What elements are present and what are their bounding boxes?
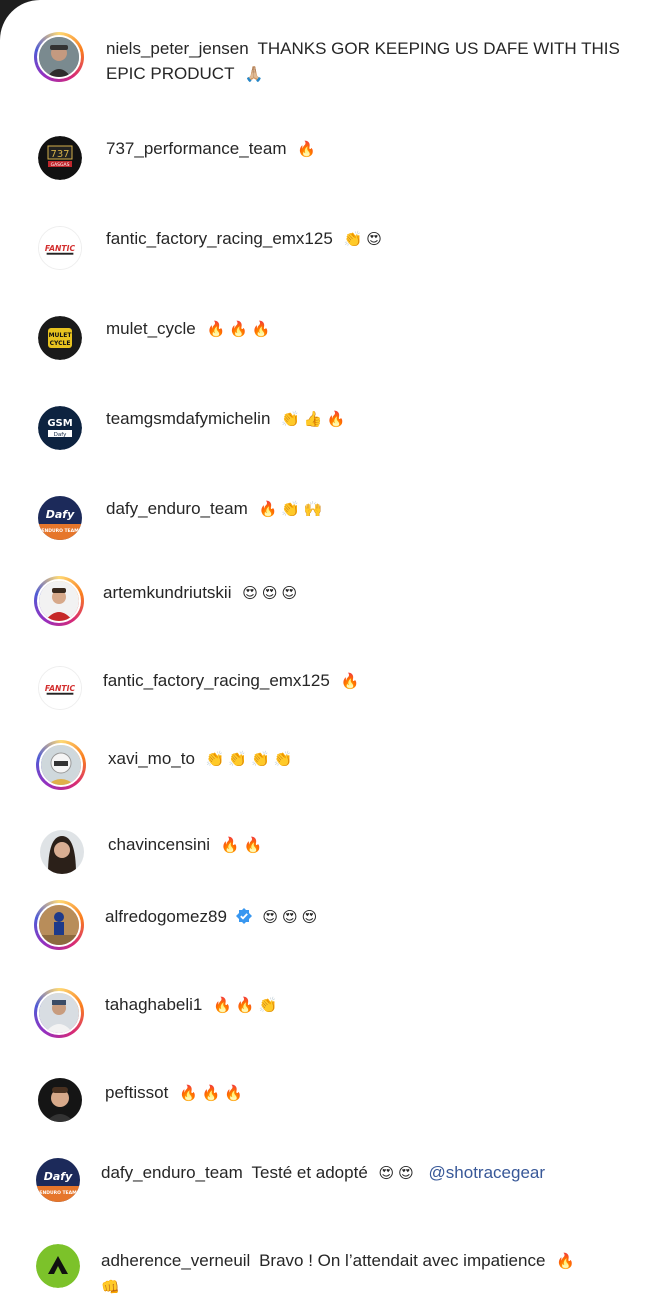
comment-emoji: 😍😍😍 [242, 585, 302, 602]
comment-emoji: 👏👍🔥 [281, 411, 350, 428]
dafy-logo-icon: Dafy ENDURO TEAM [38, 496, 82, 540]
comment-emoji: 👏👏👏👏 [205, 751, 297, 768]
737-logo-icon: 737 GASGAS [38, 136, 82, 180]
comment-emoji: 🔥🔥 [220, 837, 267, 854]
comment-emoji: 🔥 [297, 141, 320, 158]
gsm-logo-icon: GSM Dafy [38, 406, 82, 450]
comment-username[interactable]: artemkundriutskii [103, 583, 232, 602]
comment-username[interactable]: alfredogomez89 [105, 907, 227, 926]
person-avatar-icon [39, 993, 79, 1033]
comment-emoji: 🔥🔥🔥 [206, 321, 275, 338]
avatar[interactable]: FANTIC [38, 666, 82, 710]
avatar[interactable] [34, 32, 84, 82]
svg-text:ENDURO TEAM: ENDURO TEAM [39, 1190, 77, 1196]
comment-emoji: 🙏🏼 [244, 66, 268, 83]
svg-text:FANTIC: FANTIC [45, 244, 76, 253]
comment-username[interactable]: mulet_cycle [106, 319, 196, 338]
comment-username[interactable]: chavincensini [108, 835, 210, 854]
svg-text:Dafy: Dafy [46, 508, 75, 521]
comment-username[interactable]: adherence_verneuil [101, 1251, 250, 1270]
avatar[interactable] [34, 988, 84, 1038]
comment-emoji: 👏😍 [343, 231, 386, 248]
verified-badge-icon [235, 908, 252, 924]
avatar[interactable]: Dafy ENDURO TEAM [36, 1158, 80, 1202]
comment-emoji: 🔥👏🙌 [258, 501, 327, 518]
comment-emoji: 🔥 [340, 673, 364, 690]
avatar[interactable]: 737 GASGAS [38, 136, 82, 180]
svg-text:ENDURO TEAM: ENDURO TEAM [41, 528, 79, 534]
comment-emoji: 🔥🔥👏 [213, 997, 282, 1014]
svg-text:GASGAS: GASGAS [51, 162, 70, 168]
svg-text:MULET: MULET [49, 332, 73, 339]
avatar[interactable] [38, 1078, 82, 1122]
comment-username[interactable]: xavi_mo_to [108, 749, 195, 768]
comment-emoji: 🔥🔥🔥 [179, 1085, 248, 1102]
comment-text: THANKS GOR KEEPING US DAFE WITH THIS [257, 39, 620, 58]
avatar[interactable] [36, 1244, 80, 1288]
person-avatar-icon [39, 37, 79, 77]
svg-text:CYCLE: CYCLE [50, 340, 71, 347]
comment-emoji: 😍😍😍 [262, 909, 322, 926]
comment-emoji: 😍😍 [378, 1165, 418, 1182]
avatar[interactable] [34, 900, 84, 950]
fantic-logo-icon: FANTIC [39, 227, 81, 269]
svg-text:FANTIC: FANTIC [45, 684, 76, 693]
avatar[interactable]: Dafy ENDURO TEAM [38, 496, 82, 540]
comment-text-continued: EPIC PRODUCT [106, 64, 235, 83]
comment-emoji: 🔥 [556, 1253, 579, 1270]
comment-username[interactable]: peftissot [105, 1083, 168, 1102]
avatar[interactable]: GSM Dafy [38, 406, 82, 450]
comments-panel: niels_peter_jensen THANKS GOR KEEPING US… [0, 0, 652, 1308]
svg-text:Dafy: Dafy [44, 1170, 73, 1183]
fantic-logo-icon: FANTIC [39, 667, 81, 709]
svg-text:Dafy: Dafy [54, 432, 67, 438]
person-avatar-icon [38, 1078, 82, 1122]
person-avatar-icon [39, 905, 79, 945]
person-avatar-icon [39, 581, 79, 621]
comment-username[interactable]: dafy_enduro_team [101, 1163, 243, 1182]
avatar[interactable]: FANTIC [38, 226, 82, 270]
person-avatar-icon [40, 830, 84, 874]
svg-text:GSM: GSM [47, 418, 72, 429]
adherence-logo-icon [36, 1244, 80, 1288]
comment-text: Testé et adopté [251, 1163, 368, 1182]
comment-username[interactable]: teamgsmdafymichelin [106, 409, 270, 428]
comment-username[interactable]: niels_peter_jensen [106, 39, 249, 58]
comment-emoji-continued: 👊 [101, 1279, 124, 1296]
avatar[interactable] [40, 830, 84, 874]
comment-username[interactable]: tahaghabeli1 [105, 995, 202, 1014]
avatar[interactable]: MULET CYCLE [38, 316, 82, 360]
comment-username[interactable]: 737_performance_team [106, 139, 287, 158]
mention-link[interactable]: @shotracegear [429, 1163, 546, 1182]
comment-username[interactable]: fantic_factory_racing_emx125 [103, 671, 330, 690]
dafy-logo-icon: Dafy ENDURO TEAM [36, 1158, 80, 1202]
svg-text:737: 737 [50, 149, 69, 160]
comment-username[interactable]: dafy_enduro_team [106, 499, 248, 518]
comment-text: Bravo ! On l’attendait avec impatience [259, 1251, 546, 1270]
mulet-logo-icon: MULET CYCLE [38, 316, 82, 360]
comment-username[interactable]: fantic_factory_racing_emx125 [106, 229, 333, 248]
avatar[interactable] [34, 576, 84, 626]
avatar[interactable] [36, 740, 86, 790]
person-avatar-icon [41, 745, 81, 785]
